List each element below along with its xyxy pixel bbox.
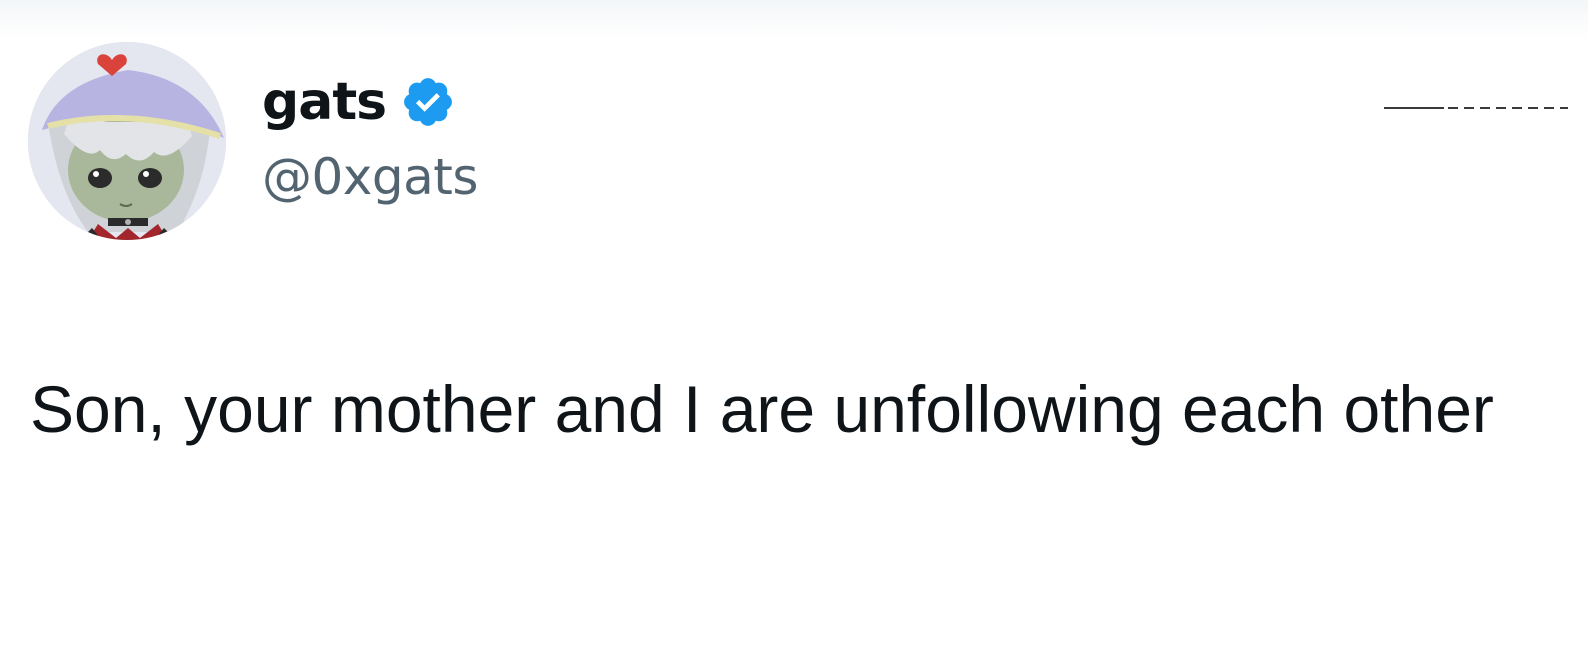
tweet-text: Son, your mother and I are unfollowing e… bbox=[30, 372, 1494, 446]
tweet-card: gats @0xgats Son, your mother and I are … bbox=[0, 0, 1588, 672]
verified-badge-icon[interactable] bbox=[400, 74, 456, 130]
avatar[interactable] bbox=[28, 42, 226, 240]
author-name-row: gats bbox=[262, 70, 456, 134]
author-handle[interactable]: @0xgats bbox=[262, 152, 478, 202]
avatar-image bbox=[28, 42, 226, 240]
scan-artifact-line bbox=[1384, 107, 1568, 109]
author-display-name[interactable]: gats bbox=[262, 76, 387, 128]
